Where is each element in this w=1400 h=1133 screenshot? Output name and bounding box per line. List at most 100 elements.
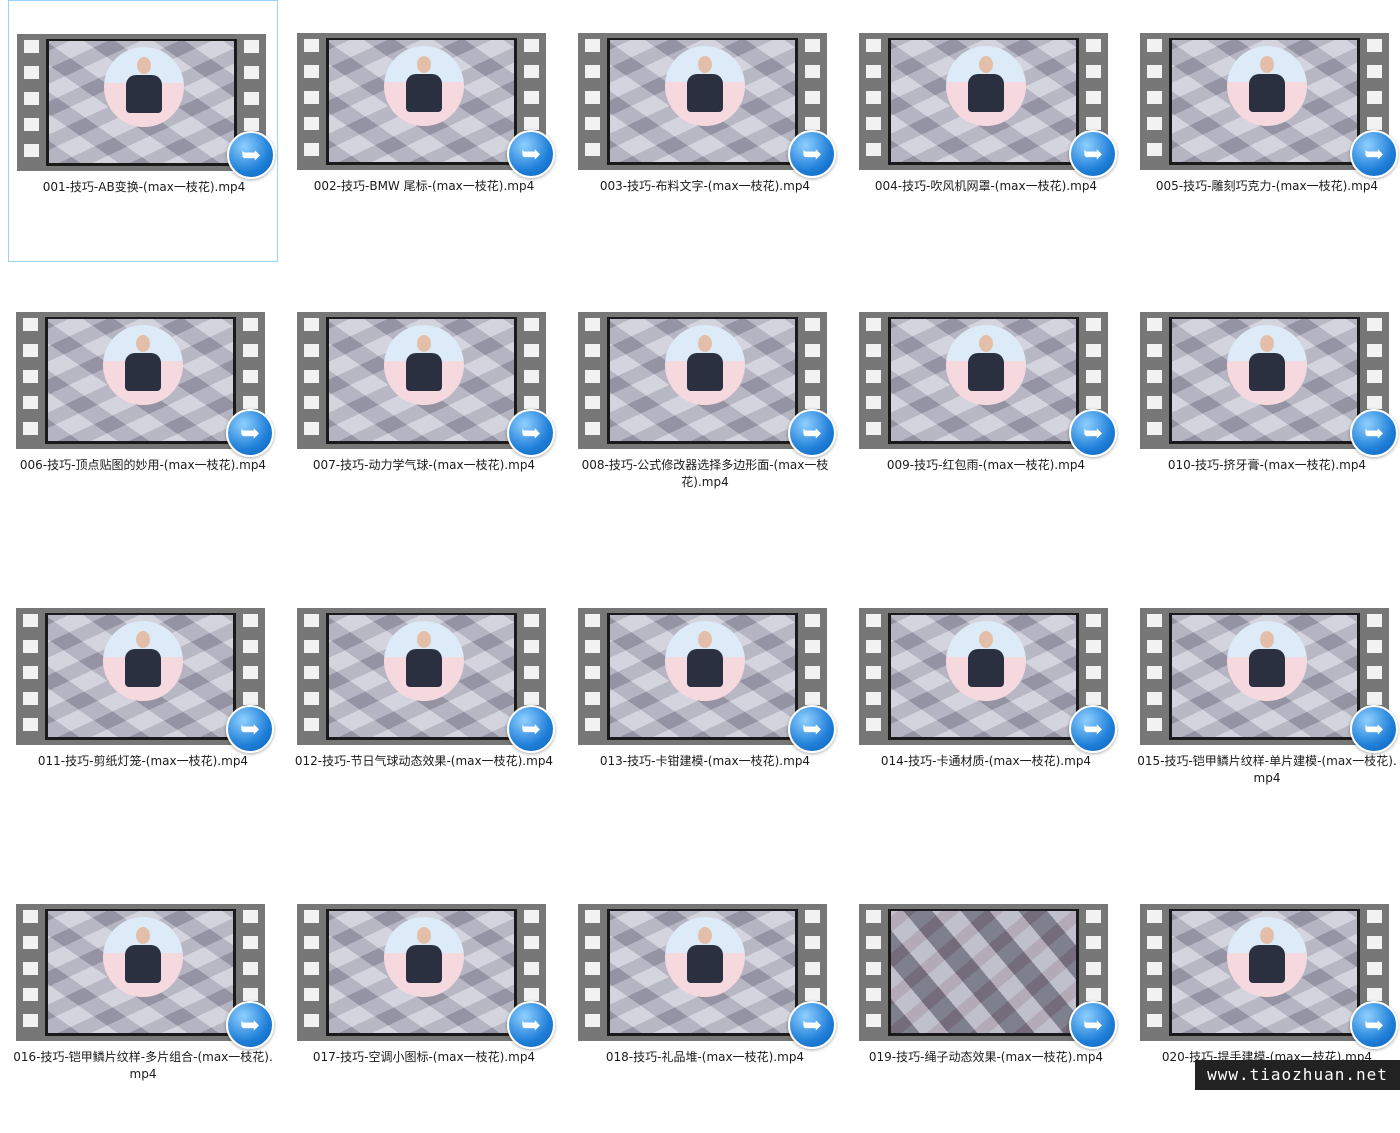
- file-name-label[interactable]: 005-技巧-雕刻巧克力-(max一枝花).mp4: [1132, 178, 1400, 195]
- file-name-label[interactable]: 010-技巧-挤牙膏-(max一枝花).mp4: [1132, 457, 1400, 474]
- video-thumbnail[interactable]: ➥: [1140, 608, 1398, 753]
- video-thumbnail[interactable]: ➥: [297, 312, 555, 457]
- file-item[interactable]: ➥ 003-技巧-布料文字-(max一枝花).mp4: [570, 0, 840, 262]
- shortcut-arrow-icon: ➥: [226, 1001, 274, 1049]
- video-thumbnail[interactable]: ➥: [17, 34, 275, 179]
- film-sprocket-hole: [1086, 988, 1101, 1001]
- video-thumbnail[interactable]: ➥: [1140, 312, 1398, 457]
- file-item[interactable]: ➥ 011-技巧-剪纸灯笼-(max一枝花).mp4: [8, 575, 278, 837]
- video-thumbnail[interactable]: ➥: [578, 904, 836, 1049]
- video-thumbnail[interactable]: ➥: [297, 904, 555, 1049]
- film-sprocket-hole: [1086, 65, 1101, 78]
- file-item[interactable]: ➥ 006-技巧-顶点贴图的妙用-(max一枝花).mp4: [8, 279, 278, 541]
- film-sprocket-hole: [585, 692, 600, 705]
- video-thumbnail[interactable]: ➥: [859, 33, 1117, 178]
- film-sprocket-hole: [304, 422, 319, 435]
- file-item[interactable]: ➥ 005-技巧-雕刻巧克力-(max一枝花).mp4: [1132, 0, 1400, 262]
- file-name-label[interactable]: 006-技巧-顶点贴图的妙用-(max一枝花).mp4: [8, 457, 278, 474]
- file-item[interactable]: ➥ 007-技巧-动力学气球-(max一枝花).mp4: [289, 279, 559, 541]
- film-sprocket-hole: [1367, 370, 1382, 383]
- presenter-head: [417, 927, 431, 944]
- film-sprocket-hole: [1086, 614, 1101, 627]
- film-sprocket-hole: [866, 143, 881, 156]
- film-sprocket-hole: [1367, 614, 1382, 627]
- presenter-body: [1249, 353, 1285, 391]
- film-sprocket-hole: [524, 318, 539, 331]
- video-thumbnail[interactable]: ➥: [578, 608, 836, 753]
- file-name-label[interactable]: 007-技巧-动力学气球-(max一枝花).mp4: [289, 457, 559, 474]
- film-sprocket-hole: [1086, 39, 1101, 52]
- film-sprocket-hole: [805, 988, 820, 1001]
- video-thumbnail[interactable]: ➥: [16, 904, 274, 1049]
- film-sprocket-hole: [524, 666, 539, 679]
- shortcut-arrow-icon: ➥: [788, 705, 836, 753]
- file-item[interactable]: ➥ 012-技巧-节日气球动态效果-(max一枝花).mp4: [289, 575, 559, 837]
- file-item[interactable]: ➥ 009-技巧-红包雨-(max一枝花).mp4: [851, 279, 1121, 541]
- file-item[interactable]: ➥ 004-技巧-吹风机网罩-(max一枝花).mp4: [851, 0, 1121, 262]
- film-sprocket-hole: [585, 344, 600, 357]
- shortcut-arrow-icon: ➥: [1069, 130, 1117, 178]
- video-thumbnail[interactable]: ➥: [578, 33, 836, 178]
- file-name-label[interactable]: 012-技巧-节日气球动态效果-(max一枝花).mp4: [289, 753, 559, 770]
- file-item[interactable]: ➥ 017-技巧-空调小图标-(max一枝花).mp4: [289, 871, 559, 1133]
- film-sprocket-hole: [1086, 666, 1101, 679]
- video-thumbnail[interactable]: ➥: [297, 33, 555, 178]
- file-item[interactable]: ➥ 008-技巧-公式修改器选择多边形面-(max一枝花).mp4: [570, 279, 840, 541]
- film-sprocket-hole: [304, 318, 319, 331]
- file-name-label[interactable]: 015-技巧-铠甲鳞片纹样-单片建模-(max一枝花).mp4: [1132, 753, 1400, 787]
- film-sprocket-hole: [304, 718, 319, 731]
- video-thumbnail[interactable]: ➥: [1140, 33, 1398, 178]
- file-item[interactable]: ➥ 020-技巧-提手建模-(max一枝花).mp4: [1132, 871, 1400, 1133]
- film-sprocket-hole: [524, 614, 539, 627]
- video-thumbnail[interactable]: ➥: [859, 312, 1117, 457]
- shortcut-arrow-icon: ➥: [1350, 705, 1398, 753]
- film-sprocket-hole: [866, 718, 881, 731]
- film-sprocket-hole: [1367, 344, 1382, 357]
- video-thumbnail[interactable]: ➥: [297, 608, 555, 753]
- file-name-label[interactable]: 008-技巧-公式修改器选择多边形面-(max一枝花).mp4: [570, 457, 840, 491]
- presenter-head: [698, 927, 712, 944]
- file-item[interactable]: ➥ 013-技巧-卡钳建模-(max一枝花).mp4: [570, 575, 840, 837]
- film-sprocket-hole: [585, 318, 600, 331]
- file-name-label[interactable]: 018-技巧-礼品堆-(max一枝花).mp4: [570, 1049, 840, 1066]
- video-thumbnail[interactable]: ➥: [16, 312, 274, 457]
- file-item[interactable]: ➥ 001-技巧-AB变换-(max一枝花).mp4: [8, 0, 278, 262]
- file-item[interactable]: ➥ 018-技巧-礼品堆-(max一枝花).mp4: [570, 871, 840, 1133]
- video-thumbnail[interactable]: ➥: [578, 312, 836, 457]
- file-item[interactable]: ➥ 015-技巧-铠甲鳞片纹样-单片建模-(max一枝花).mp4: [1132, 575, 1400, 837]
- file-item[interactable]: ➥ 002-技巧-BMW 尾标-(max一枝花).mp4: [289, 0, 559, 262]
- video-still: [329, 615, 514, 737]
- film-sprocket-hole: [24, 40, 39, 53]
- file-name-label[interactable]: 001-技巧-AB变换-(max一枝花).mp4: [9, 179, 279, 196]
- video-thumbnail[interactable]: ➥: [1140, 904, 1398, 1049]
- file-name-label[interactable]: 014-技巧-卡通材质-(max一枝花).mp4: [851, 753, 1121, 770]
- file-item[interactable]: ➥ 019-技巧-绳子动态效果-(max一枝花).mp4: [851, 871, 1121, 1133]
- file-name-label[interactable]: 013-技巧-卡钳建模-(max一枝花).mp4: [570, 753, 840, 770]
- file-item[interactable]: ➥ 016-技巧-铠甲鳞片纹样-多片组合-(max一枝花).mp4: [8, 871, 278, 1133]
- file-name-label[interactable]: 003-技巧-布料文字-(max一枝花).mp4: [570, 178, 840, 195]
- video-thumbnail[interactable]: ➥: [16, 608, 274, 753]
- film-sprocket-hole: [23, 910, 38, 923]
- file-name-label[interactable]: 019-技巧-绳子动态效果-(max一枝花).mp4: [851, 1049, 1121, 1066]
- film-sprocket-hole: [1147, 422, 1162, 435]
- video-thumbnail[interactable]: ➥: [859, 904, 1117, 1049]
- presenter-body: [1249, 74, 1285, 112]
- video-thumbnail[interactable]: ➥: [859, 608, 1117, 753]
- file-item[interactable]: ➥ 010-技巧-挤牙膏-(max一枝花).mp4: [1132, 279, 1400, 541]
- film-sprocket-hole: [1367, 91, 1382, 104]
- film-sprocket-hole: [1147, 39, 1162, 52]
- file-item[interactable]: ➥ 014-技巧-卡通材质-(max一枝花).mp4: [851, 575, 1121, 837]
- file-name-label[interactable]: 009-技巧-红包雨-(max一枝花).mp4: [851, 457, 1121, 474]
- film-sprocket-hole: [1147, 91, 1162, 104]
- film-sprocket-hole: [304, 910, 319, 923]
- file-name-label[interactable]: 002-技巧-BMW 尾标-(max一枝花).mp4: [289, 178, 559, 195]
- video-still: [610, 40, 795, 162]
- film-sprocket-hole: [524, 640, 539, 653]
- file-name-label[interactable]: 016-技巧-铠甲鳞片纹样-多片组合-(max一枝花).mp4: [8, 1049, 278, 1083]
- video-frame: [1169, 909, 1360, 1036]
- file-name-label[interactable]: 017-技巧-空调小图标-(max一枝花).mp4: [289, 1049, 559, 1066]
- file-name-label[interactable]: 011-技巧-剪纸灯笼-(max一枝花).mp4: [8, 753, 278, 770]
- film-sprocket-hole: [304, 988, 319, 1001]
- file-name-label[interactable]: 004-技巧-吹风机网罩-(max一枝花).mp4: [851, 178, 1121, 195]
- film-sprocket-hole: [23, 988, 38, 1001]
